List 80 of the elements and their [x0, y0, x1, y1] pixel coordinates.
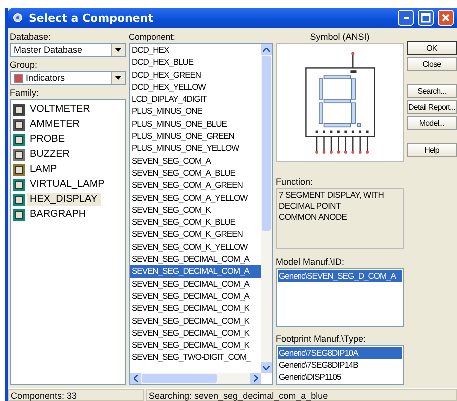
family-item[interactable]: BARGRAPH — [27, 208, 90, 221]
component-family-icon — [13, 148, 25, 160]
component-family-icon — [13, 104, 25, 116]
component-item[interactable]: SEVEN_SEG_COM_K_YELLOW — [130, 240, 261, 254]
horizontal-scrollbar[interactable] — [130, 373, 261, 384]
component-item[interactable]: PLUS_MINUS_ONE_YELLOW — [130, 142, 261, 155]
status-count: Components: 33 — [8, 389, 144, 401]
family-label: Family: — [10, 87, 40, 99]
dialog-button[interactable]: Search... — [407, 84, 457, 98]
component-item[interactable]: LCD_DIPLAY_4DIGIT — [130, 93, 261, 106]
component-item[interactable]: SEVEN_SEG_COM_A — [130, 154, 261, 167]
component-item[interactable]: SEVEN_SEG_TWO-DIGIT_COM_ — [130, 351, 261, 364]
symbol-label: Symbol (ANSI) — [309, 31, 371, 43]
component-item[interactable]: DCD_HEX_BLUE — [130, 56, 261, 69]
component-label: Component: — [129, 31, 176, 43]
dialog-button[interactable]: Detail Report... — [407, 100, 457, 114]
caret-icon — [115, 48, 122, 52]
minimize-button[interactable] — [398, 10, 414, 26]
function-label: Function: — [276, 176, 314, 188]
component-item[interactable]: SEVEN_SEG_DECIMAL_COM_A — [130, 265, 261, 278]
component-item[interactable]: SEVEN_SEG_DECIMAL_COM_A — [130, 253, 261, 266]
family-item[interactable]: LAMP — [27, 163, 60, 176]
family-item[interactable]: VIRTUAL_LAMP — [27, 178, 108, 191]
family-item[interactable]: VOLTMETER — [27, 103, 94, 116]
dialog-button[interactable]: Model... — [407, 116, 457, 130]
scroll-left-icon — [134, 375, 138, 382]
vertical-scrollbar[interactable] — [261, 44, 272, 373]
scroll-down-icon — [263, 366, 270, 370]
component-family-icon — [13, 164, 25, 176]
component-item[interactable]: PLUS_MINUS_ONE_GREEN — [130, 130, 261, 142]
component-item[interactable]: SEVEN_SEG_DECIMAL_COM_K — [130, 314, 261, 327]
component-family-icon — [13, 194, 25, 206]
component-item[interactable]: DCD_HEX_GREEN — [130, 68, 261, 81]
footprint-label: Footprint Manuf.\Type: — [276, 333, 368, 346]
footprint-item[interactable]: Generic\7SEG8DIP10A — [278, 347, 402, 360]
dialog-button[interactable]: Help — [407, 143, 457, 157]
model-item[interactable]: Generic\SEVEN_SEG_D_COM_A — [278, 270, 402, 282]
component-item[interactable]: PLUS_MINUS_ONE — [130, 105, 261, 118]
component-item[interactable]: DCD_HEX_YELLOW — [130, 80, 261, 94]
minimize-icon — [404, 17, 408, 19]
component-family-icon — [13, 208, 25, 220]
dialog-button[interactable]: OK — [407, 41, 457, 55]
scroll-up-icon — [263, 48, 270, 52]
component-item[interactable]: DCD_HEX — [130, 44, 261, 56]
component-item[interactable]: SEVEN_SEG_DECIMAL_COM_A — [130, 278, 261, 290]
component-family-icon — [13, 134, 25, 146]
status-search: Searching: seven_seg_decimal_com_a_blue — [146, 389, 457, 401]
group-label: Group: — [10, 59, 39, 71]
close-button[interactable] — [438, 10, 454, 26]
component-item[interactable]: SEVEN_SEG_DECIMAL_COM_A — [130, 290, 261, 302]
database-label: Database: — [10, 31, 52, 43]
family-item[interactable]: AMMETER — [27, 118, 83, 131]
component-item[interactable]: SEVEN_SEG_DECIMAL_COM_K — [130, 302, 261, 315]
model-label: Model Manuf.\ID: — [276, 256, 346, 268]
component-item[interactable]: SEVEN_SEG_COM_A_YELLOW — [130, 192, 261, 204]
close-icon — [442, 14, 450, 22]
family-item[interactable]: PROBE — [27, 133, 68, 146]
component-family-icon — [13, 178, 25, 190]
scroll-right-icon — [254, 375, 258, 382]
maximize-button[interactable] — [418, 10, 434, 26]
footprint-item[interactable]: Generic\DISP1105 — [278, 371, 402, 384]
component-item[interactable]: PLUS_MINUS_ONE_BLUE — [130, 118, 261, 130]
family-item[interactable]: HEX_DISPLAY — [27, 193, 101, 206]
component-item[interactable]: SEVEN_SEG_COM_K_BLUE — [130, 216, 261, 228]
window-title: Select a Component — [29, 12, 154, 24]
maximize-icon — [421, 13, 431, 23]
component-item[interactable]: SEVEN_SEG_COM_A_BLUE — [130, 166, 261, 180]
dialog-button[interactable]: Close — [407, 57, 457, 71]
component-item[interactable]: SEVEN_SEG_COM_A_GREEN — [130, 179, 261, 192]
component-item[interactable]: SEVEN_SEG_COM_K_GREEN — [130, 228, 261, 241]
group-dropdown[interactable]: Indicators — [10, 71, 126, 85]
caret-icon — [115, 76, 122, 80]
component-item[interactable]: SEVEN_SEG_DECIMAL_COM_K — [130, 339, 261, 352]
family-item[interactable]: BUZZER — [27, 148, 73, 161]
function-description: 7 SEGMENT DISPLAY, WITH DECIMAL POINT COMMON ANODE — [276, 188, 404, 250]
footprint-item[interactable]: Generic\7SEG8DIP14B — [278, 359, 402, 372]
component-item[interactable]: SEVEN_SEG_COM_K — [130, 204, 261, 216]
component-item[interactable]: SEVEN_SEG_DECIMAL_COM_K — [130, 326, 261, 340]
database-dropdown[interactable]: Master Database — [10, 43, 126, 57]
component-family-icon — [13, 118, 25, 130]
